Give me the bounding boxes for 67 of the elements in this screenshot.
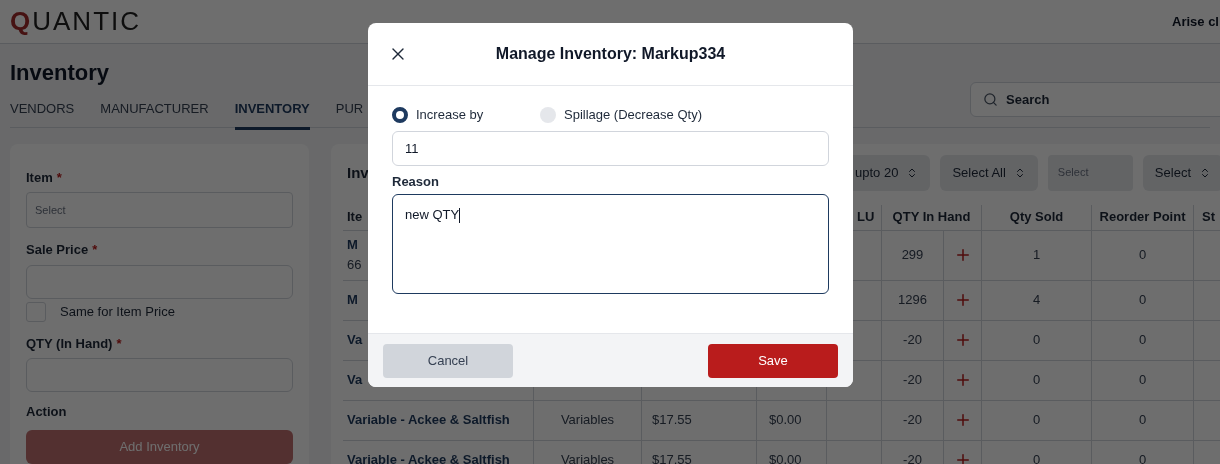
- page-title: Inventory: [10, 59, 111, 87]
- table-cell-text: 0: [1032, 331, 1041, 350]
- radio-button[interactable]: [540, 106, 556, 123]
- required-mark: *: [92, 241, 98, 259]
- table-cell-text: 0: [1032, 411, 1041, 430]
- checkbox-label: Same for Item Price: [60, 302, 175, 321]
- reason-textarea[interactable]: new QTY: [392, 194, 829, 294]
- cancel-button[interactable]: Cancel: [383, 343, 513, 378]
- table-cell-text: 0: [1032, 371, 1041, 390]
- item-select[interactable]: Select: [26, 192, 293, 228]
- quantity-field[interactable]: 11: [392, 130, 829, 166]
- table-cell-text: 0: [1138, 246, 1147, 265]
- table-cell-text: 299: [900, 246, 925, 265]
- column-header: Reorder Point: [1099, 208, 1186, 227]
- table-cell-text: 0: [1138, 451, 1147, 464]
- sort-caret-icon: [1199, 166, 1211, 179]
- radio-button[interactable]: [392, 106, 408, 123]
- required-mark: *: [116, 334, 122, 353]
- filter-dropdown[interactable]: Select: [1142, 154, 1220, 191]
- column-header: St: [1202, 208, 1215, 227]
- table-cell-text: -20: [902, 451, 923, 464]
- action-label: Action: [26, 403, 68, 421]
- item-name: M: [347, 236, 359, 254]
- tab[interactable]: VENDORS: [10, 99, 75, 130]
- table-cell-text: -20: [902, 331, 923, 350]
- tab[interactable]: INVENTORY: [234, 99, 310, 130]
- radio-label: Increase by: [416, 106, 484, 124]
- radio-label: Spillage (Decrease Qty): [564, 106, 702, 124]
- required-mark: *: [56, 168, 62, 187]
- table-cell-text: Variables: [560, 451, 615, 464]
- item-name: M: [347, 291, 358, 309]
- table-cell-text: 0: [1138, 291, 1147, 310]
- field-label: Sale Price: [26, 241, 89, 259]
- search-icon: [983, 92, 998, 107]
- table-cell-text: 0: [1138, 371, 1147, 390]
- table-cell-text: -20: [902, 371, 923, 390]
- table-cell-text: $0.00: [769, 411, 802, 430]
- tab[interactable]: MANUFACTURER: [100, 99, 209, 130]
- save-button[interactable]: Save: [708, 343, 838, 378]
- brand-logo: QUANTIC: [10, 5, 141, 38]
- table-title: Inv: [347, 163, 369, 181]
- user-name: Arise cl: [1172, 12, 1220, 31]
- table-cell-text: -20: [902, 411, 923, 430]
- table-cell-text: $17.55: [652, 411, 692, 430]
- item-name: Va: [347, 331, 363, 349]
- field-label: QTY (In Hand): [26, 334, 113, 353]
- table-cell-text: 4: [1032, 291, 1041, 310]
- table-cell-text: 1296: [897, 291, 928, 310]
- table-cell-text: Variables: [560, 411, 615, 430]
- column-header: QTY In Hand: [892, 208, 971, 227]
- item-name: Variable - Ackee & Saltfish: [347, 411, 510, 429]
- table-cell-text: 1: [1032, 246, 1041, 265]
- column-header: Qty Sold: [1009, 208, 1064, 227]
- filter-dropdown[interactable]: Select All: [940, 154, 1038, 191]
- search-field[interactable]: Search: [970, 82, 1220, 117]
- tab[interactable]: PUR: [335, 99, 364, 130]
- item-detail: 66: [347, 256, 362, 274]
- item-name: Va: [347, 371, 363, 389]
- table-cell-text: 0: [1138, 331, 1147, 350]
- table-cell-text: 0: [1032, 451, 1041, 464]
- dialog-title: Manage Inventory: Markup334: [495, 44, 726, 64]
- table-cell-text: 0: [1138, 411, 1147, 430]
- reason-label: Reason: [392, 172, 440, 191]
- item-name: Variable - Ackee & Saltfish: [347, 451, 510, 464]
- field-label: Item: [26, 168, 53, 187]
- column-header: LU: [857, 208, 875, 227]
- column-header: Ite: [347, 208, 363, 227]
